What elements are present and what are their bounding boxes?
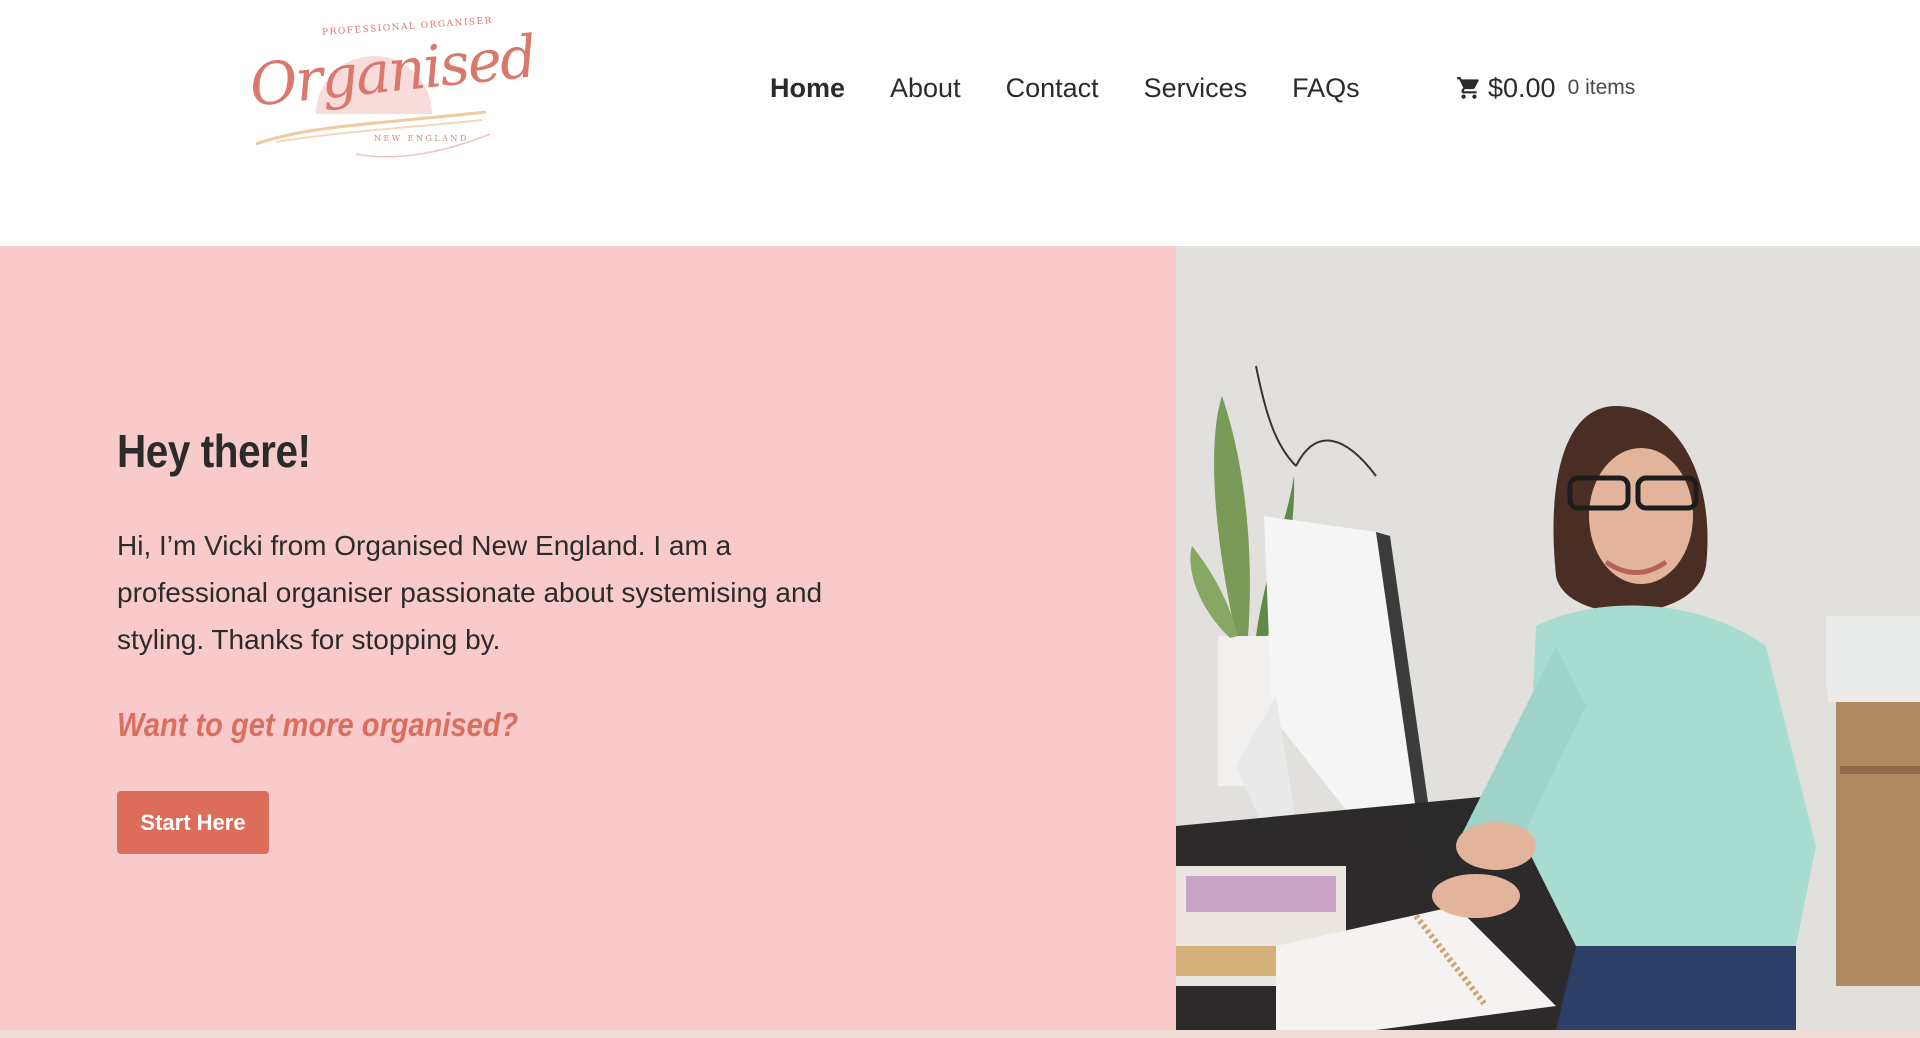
site-logo[interactable]: PROFESSIONAL ORGANISER Organised NEW ENG…	[246, 16, 538, 162]
nav-item-services[interactable]: Services	[1144, 73, 1248, 104]
start-here-button[interactable]: Start Here	[117, 791, 269, 854]
site-header: PROFESSIONAL ORGANISER Organised NEW ENG…	[0, 0, 1920, 246]
hero-body-text: Hi, I’m Vicki from Organised New England…	[117, 530, 823, 655]
cart-total: $0.00	[1488, 72, 1556, 103]
nav-item-home[interactable]: Home	[770, 73, 845, 104]
hero-cta-text: Want to get more organised?	[117, 706, 519, 743]
nav-item-faqs[interactable]: FAQs	[1292, 73, 1360, 104]
cart-link[interactable]: $0.00 0 items	[1456, 70, 1635, 106]
main-nav: Home About Contact Services FAQs	[770, 68, 1405, 108]
woman-at-desk-photo	[1176, 246, 1920, 1030]
hero-intro: Hey there! Hi, I’m Vicki from Organised …	[0, 246, 1176, 1030]
cart-item-count: 0 items	[1567, 76, 1636, 99]
nav-item-contact[interactable]: Contact	[1006, 73, 1099, 104]
cart-icon	[1457, 77, 1479, 99]
hero-photo	[1176, 246, 1920, 1030]
nav-item-about[interactable]: About	[890, 73, 961, 104]
hero-title: Hey there!	[117, 425, 311, 477]
bottom-divider	[0, 1030, 1920, 1038]
logo-bottom-text: NEW ENGLAND	[374, 134, 469, 143]
